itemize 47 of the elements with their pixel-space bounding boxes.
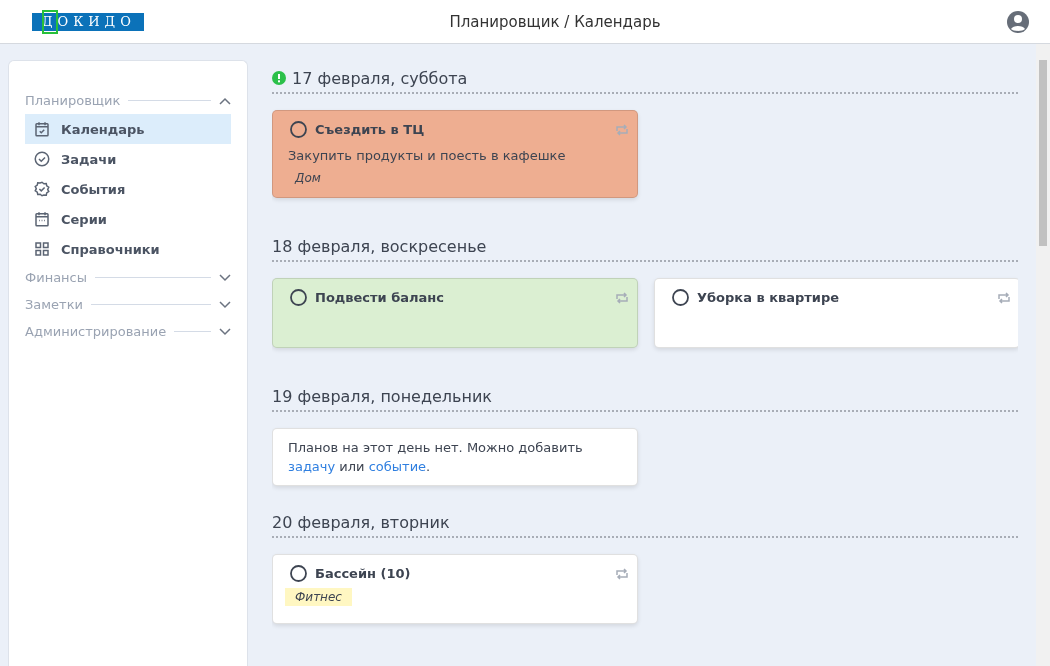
grid-icon <box>33 240 51 258</box>
scrollbar-thumb[interactable] <box>1039 60 1047 246</box>
task-title: Бассейн (10) <box>315 566 412 581</box>
chevron-up-icon[interactable] <box>219 96 231 105</box>
nav-item[interactable]: Справочники <box>25 234 231 264</box>
add-link[interactable]: задачу <box>288 459 336 474</box>
badge-check-icon <box>33 180 51 198</box>
task-tag: Фитнес <box>285 588 352 606</box>
chevron-down-icon[interactable] <box>219 273 231 282</box>
empty-day-message: Планов на этот день нет. Можно добавить задачу или событие. <box>272 428 638 486</box>
task-description: Закупить продукты и поесть в кафешке <box>288 148 567 163</box>
page-title: Планировщик / Календарь <box>449 12 661 31</box>
day-heading: 19 февраля, понедельник <box>272 386 493 406</box>
calendar-check-icon <box>33 120 51 138</box>
day-heading: 20 февраля, вторник <box>272 512 450 532</box>
nav-label: Задачи <box>61 151 117 167</box>
task-card[interactable]: Подвести баланс <box>272 278 638 348</box>
task-checkbox[interactable] <box>672 289 689 306</box>
task-card[interactable]: Бассейн (10) Фитнес <box>272 554 638 624</box>
task-card[interactable]: Уборка в квартире <box>654 278 1018 348</box>
nav-item[interactable]: Календарь <box>25 114 231 144</box>
task-checkbox[interactable] <box>290 289 307 306</box>
task-checkbox[interactable] <box>290 565 307 582</box>
nav-label: Серии <box>61 211 107 227</box>
day-heading: 17 февраля, суббота <box>292 68 468 88</box>
task-title: Уборка в квартире <box>697 290 841 305</box>
user-avatar-icon[interactable] <box>1006 9 1030 34</box>
nav-item[interactable]: Серии <box>25 204 231 234</box>
chevron-down-icon[interactable] <box>219 300 231 309</box>
nav-item[interactable]: Задачи <box>25 144 231 174</box>
nav-label: Справочники <box>61 241 160 257</box>
add-link[interactable]: событие <box>368 459 427 474</box>
task-checkbox[interactable] <box>290 121 307 138</box>
calendar-icon <box>33 210 51 228</box>
alert-icon <box>272 71 286 85</box>
task-tag: Дом <box>285 169 331 187</box>
task-title: Подвести баланс <box>315 290 446 305</box>
chevron-down-icon[interactable] <box>219 327 231 336</box>
day-heading: 18 февраля, воскресенье <box>272 236 487 256</box>
check-circle-icon <box>33 150 51 168</box>
nav-label: События <box>61 181 126 197</box>
task-card[interactable]: Съездить в ТЦ Закупить продукты и поесть в кафешке Дом <box>272 110 638 198</box>
scrollbar[interactable] <box>1036 44 1050 666</box>
nav-label: Календарь <box>61 121 145 137</box>
logo[interactable]: ДОКИДО <box>32 12 144 31</box>
task-title: Съездить в ТЦ <box>315 122 426 137</box>
nav-item[interactable]: События <box>25 174 231 204</box>
